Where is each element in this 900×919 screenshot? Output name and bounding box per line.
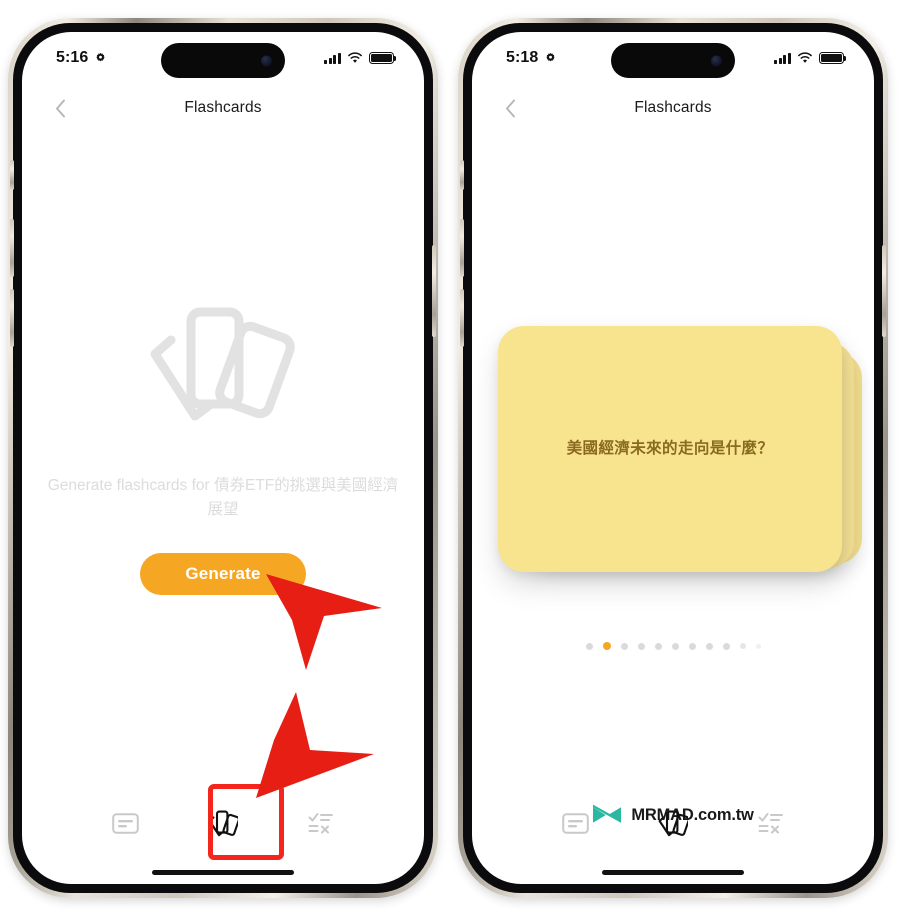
page-dot-active[interactable]: [602, 642, 611, 650]
tab-flashcards[interactable]: [200, 800, 246, 846]
page-dot[interactable]: [755, 643, 761, 649]
page-dot[interactable]: [637, 642, 645, 650]
cellular-signal-icon: [774, 52, 791, 64]
dynamic-island: [161, 43, 285, 78]
home-indicator: [152, 870, 294, 875]
empty-state-left: Generate flashcards for 債券ETF的挑選與美國經濟展望 …: [22, 304, 424, 596]
status-left-group: 5:18: [506, 49, 557, 67]
nav-bar-right: Flashcards: [472, 88, 874, 128]
power-button[interactable]: [432, 245, 436, 337]
status-time: 5:18: [506, 49, 539, 66]
tab-summary[interactable]: [552, 800, 598, 846]
screenshot-stage: 5:16 Flashcards Generate flashcards for …: [0, 0, 900, 919]
flashcards-icon: [208, 810, 238, 836]
page-title: Flashcards: [184, 99, 262, 116]
flashcard-question-text: 美國經濟未來的走向是什麼？: [566, 439, 774, 457]
phone-screen-right: 5:18 Flashcards 美國經濟未來的走向是什麼？ MRMAD.com.…: [472, 32, 874, 884]
flashcard-front[interactable]: 美國經濟未來的走向是什麼？: [498, 326, 842, 572]
page-dot[interactable]: [739, 643, 746, 649]
wifi-icon: [798, 52, 812, 63]
flashcards-illustration-icon: [150, 307, 295, 421]
cellular-signal-icon: [324, 52, 341, 64]
volume-up-button[interactable]: [460, 219, 464, 277]
tab-bar-left: [22, 792, 424, 854]
status-right-group: [324, 51, 397, 65]
dynamic-island: [611, 43, 735, 78]
mute-switch-button[interactable]: [10, 160, 14, 190]
chevron-left-icon: [55, 99, 65, 117]
page-dot[interactable]: [688, 642, 696, 650]
back-button[interactable]: [496, 94, 524, 122]
page-dot[interactable]: [705, 642, 713, 650]
power-button[interactable]: [882, 245, 886, 337]
annotation-arrow-to-flashcards-tab: [256, 692, 374, 798]
phone-bezel-right: 5:18 Flashcards 美國經濟未來的走向是什麼？ MRMAD.com.…: [460, 23, 886, 893]
page-dot[interactable]: [585, 642, 593, 650]
tab-quiz[interactable]: [748, 800, 794, 846]
volume-down-button[interactable]: [460, 289, 464, 347]
mute-switch-button[interactable]: [460, 160, 464, 190]
flashcard-carousel[interactable]: 美國經濟未來的走向是什麼？: [472, 326, 874, 586]
home-indicator: [602, 870, 744, 875]
gear-icon: [546, 52, 556, 61]
back-button[interactable]: [46, 94, 74, 122]
page-dot[interactable]: [654, 642, 662, 650]
tab-flashcards[interactable]: [650, 800, 696, 846]
page-dot[interactable]: [671, 642, 679, 650]
tab-quiz[interactable]: [298, 800, 344, 846]
carousel-page-dots[interactable]: [472, 642, 874, 650]
page-dot[interactable]: [722, 642, 730, 650]
flashcards-icon: [658, 810, 688, 836]
page-dot[interactable]: [620, 642, 628, 650]
volume-down-button[interactable]: [10, 289, 14, 347]
battery-full-icon: [819, 51, 847, 65]
nav-bar-left: Flashcards: [22, 88, 424, 128]
gear-icon: [96, 52, 106, 61]
summary-card-icon: [561, 812, 589, 834]
page-title: Flashcards: [634, 99, 712, 116]
quiz-checklist-icon: [758, 813, 783, 834]
tab-summary[interactable]: [102, 800, 148, 846]
volume-up-button[interactable]: [10, 219, 14, 277]
summary-card-icon: [111, 812, 139, 834]
phone-mockup-right: 5:18 Flashcards 美國經濟未來的走向是什麼？ MRMAD.com.…: [458, 18, 888, 898]
wifi-icon: [348, 52, 362, 63]
status-left-group: 5:16: [56, 49, 107, 67]
empty-state-prompt: Generate flashcards for 債券ETF的挑選與美國經濟展望: [47, 477, 399, 518]
quiz-checklist-icon: [308, 813, 333, 834]
battery-full-icon: [369, 51, 397, 65]
status-time: 5:16: [56, 49, 89, 66]
status-right-group: [774, 51, 847, 65]
annotation-arrow-to-generate-button: [266, 574, 382, 670]
chevron-left-icon: [505, 99, 515, 117]
tab-bar-right: [472, 792, 874, 854]
